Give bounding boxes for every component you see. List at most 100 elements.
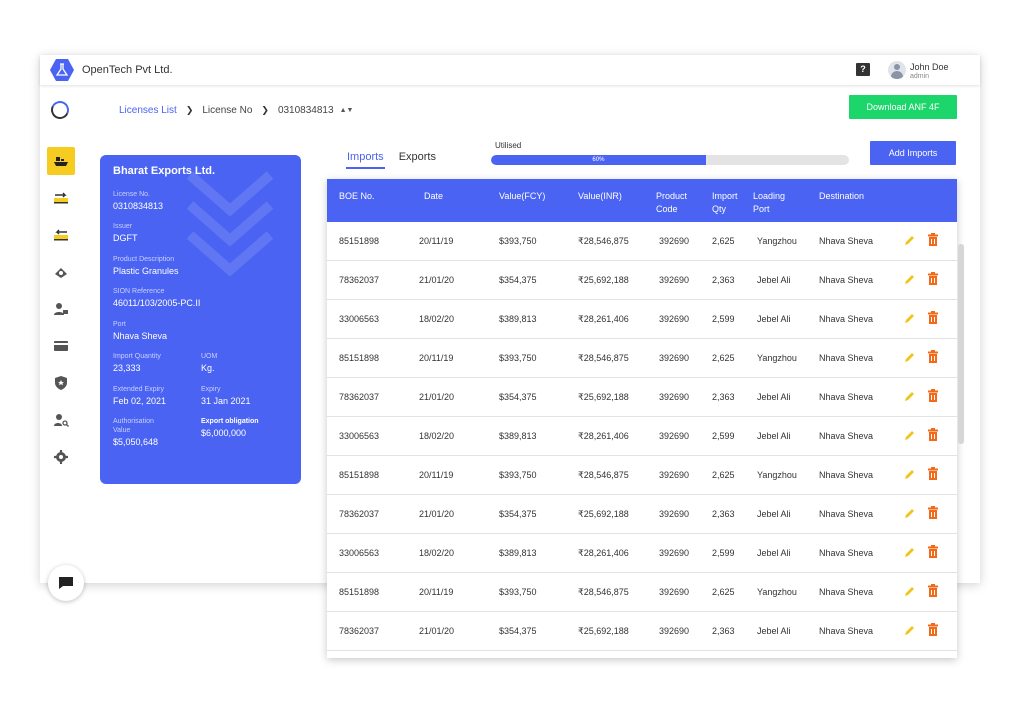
table-cell: ₹28,546,875 (578, 470, 629, 480)
table-cell: 18/02/20 (419, 431, 455, 441)
table-cell: Yangzhou (757, 587, 797, 597)
table-cell: Jebel Ali (757, 275, 791, 285)
table-row[interactable]: 33006563 18/02/20 $389,813 ₹28,261,406 39269… (327, 417, 957, 456)
table-cell: 21/01/20 (419, 509, 455, 519)
sidebar-item-security[interactable] (47, 369, 75, 397)
table-cell: 2,599 (712, 431, 735, 441)
sidebar-item-import-entries[interactable] (47, 221, 75, 249)
column-header-line: Date (424, 191, 444, 201)
help-icon[interactable]: ? (856, 63, 870, 76)
delete-icon[interactable] (927, 350, 939, 363)
chat-button[interactable] (48, 565, 84, 601)
sort-arrows-icon[interactable]: ▲▼ (340, 107, 354, 114)
label: Value (113, 427, 131, 434)
breadcrumb-license-no-label: License No (202, 105, 253, 116)
table-cell: 20/11/19 (419, 470, 454, 480)
delete-icon[interactable] (927, 428, 939, 441)
sidebar-item-user-search[interactable] (47, 406, 75, 434)
delete-icon[interactable] (927, 467, 939, 480)
import-truck-icon (54, 229, 68, 241)
top-bar: OpenTech Pvt Ltd. ? John Doe admin (40, 55, 980, 85)
table-row[interactable]: 85151898 20/11/19 $393,750 ₹28,546,875 39269… (327, 456, 957, 495)
table-cell: ₹25,692,188 (578, 509, 629, 519)
delete-icon[interactable] (927, 584, 939, 597)
tab-imports[interactable]: Imports (346, 151, 385, 169)
table-cell: $393,750 (499, 353, 537, 363)
table-row[interactable]: 78362037 21/01/20 $354,375 ₹25,692,188 39269… (327, 261, 957, 300)
edit-icon[interactable] (904, 585, 916, 597)
table-row[interactable]: 85151898 20/11/19 $393,750 ₹28,546,875 39269… (327, 573, 957, 612)
table-cell: Jebel Ali (757, 314, 791, 324)
table-cell: 2,599 (712, 314, 735, 324)
table-cell: 392690 (659, 236, 690, 246)
sidebar-item-exports[interactable] (47, 184, 75, 212)
edit-icon[interactable] (904, 312, 916, 324)
download-anf-button[interactable]: Download ANF 4F (849, 95, 957, 119)
value: Plastic Granules (113, 266, 179, 276)
table-cell: $389,813 (499, 314, 537, 324)
edit-icon[interactable] (904, 507, 916, 519)
sidebar-item-finance[interactable] (47, 258, 75, 286)
avatar[interactable] (888, 61, 906, 79)
utilised-progress-fill: 60% (491, 155, 706, 165)
edit-icon[interactable] (904, 234, 916, 246)
sidebar-item-payments[interactable] (47, 332, 75, 360)
table-cell: $389,813 (499, 431, 537, 441)
table-row[interactable]: 33006563 18/02/20 $389,813 ₹28,261,406 39269… (327, 300, 957, 339)
table-cell: 392690 (659, 275, 690, 285)
value: 31 Jan 2021 (201, 396, 251, 406)
company-name: OpenTech Pvt Ltd. (82, 64, 173, 76)
delete-icon[interactable] (927, 389, 939, 402)
table-cell: 18/02/20 (419, 314, 455, 324)
edit-icon[interactable] (904, 468, 916, 480)
loading-spinner-icon (48, 98, 72, 122)
table-row[interactable]: 78362037 21/01/20 $354,375 ₹25,692,188 39269… (327, 612, 957, 651)
delete-icon[interactable] (927, 233, 939, 246)
table-cell: 2,625 (712, 236, 735, 246)
edit-icon[interactable] (904, 351, 916, 363)
license-no-select[interactable]: 0310834813 (278, 105, 334, 116)
value: DGFT (113, 233, 138, 243)
edit-icon[interactable] (904, 429, 916, 441)
table-cell: 20/11/19 (419, 236, 454, 246)
table-cell: 33006563 (339, 314, 380, 324)
user-search-icon (54, 414, 69, 427)
table-cell: 392690 (659, 626, 690, 636)
table-cell: Nhava Sheva (819, 470, 874, 480)
field-sion: SION Reference 46011/103/2005-PC.II (113, 288, 200, 308)
sidebar-item-settings[interactable] (47, 443, 75, 471)
table-row[interactable]: 85151898 20/11/19 $393,750 ₹28,546,875 39269… (327, 339, 957, 378)
user-name[interactable]: John Doe (910, 62, 949, 72)
table-row[interactable]: 78362037 21/01/20 $354,375 ₹25,692,188 39269… (327, 495, 957, 534)
table-cell: ₹28,546,875 (578, 587, 629, 597)
table-cell: 392690 (659, 470, 690, 480)
table-scrollbar[interactable] (958, 244, 964, 444)
field-export-obligation: Export obligation $6,000,000 (201, 418, 259, 438)
edit-icon[interactable] (904, 390, 916, 402)
column-header: BOE No. (339, 190, 375, 203)
breadcrumb-licenses-link[interactable]: Licenses List (119, 105, 177, 116)
delete-icon[interactable] (927, 311, 939, 324)
delete-icon[interactable] (927, 545, 939, 558)
add-imports-button[interactable]: Add Imports (870, 141, 956, 165)
delete-icon[interactable] (927, 623, 939, 636)
table-cell: ₹25,692,188 (578, 626, 629, 636)
column-header: Value(INR) (578, 190, 622, 203)
edit-icon[interactable] (904, 624, 916, 636)
table-cell: $393,750 (499, 470, 537, 480)
table-cell: ₹28,261,406 (578, 314, 629, 324)
table-row[interactable]: 85151898 20/11/19 $393,750 ₹28,546,875 39269… (327, 222, 957, 261)
delete-icon[interactable] (927, 272, 939, 285)
delete-icon[interactable] (927, 506, 939, 519)
edit-icon[interactable] (904, 273, 916, 285)
table-row[interactable]: 33006563 18/02/20 $389,813 ₹28,261,406 39269… (327, 534, 957, 573)
tab-exports[interactable]: Exports (399, 151, 436, 169)
chevron-right-icon: ❯ (185, 105, 194, 115)
table-cell: Nhava Sheva (819, 548, 874, 558)
sidebar-item-clients[interactable] (47, 295, 75, 323)
sidebar-item-imports[interactable] (47, 147, 75, 175)
table-cell: 392690 (659, 314, 690, 324)
table-cell: $393,750 (499, 587, 537, 597)
table-row[interactable]: 78362037 21/01/20 $354,375 ₹25,692,188 39269… (327, 378, 957, 417)
edit-icon[interactable] (904, 546, 916, 558)
